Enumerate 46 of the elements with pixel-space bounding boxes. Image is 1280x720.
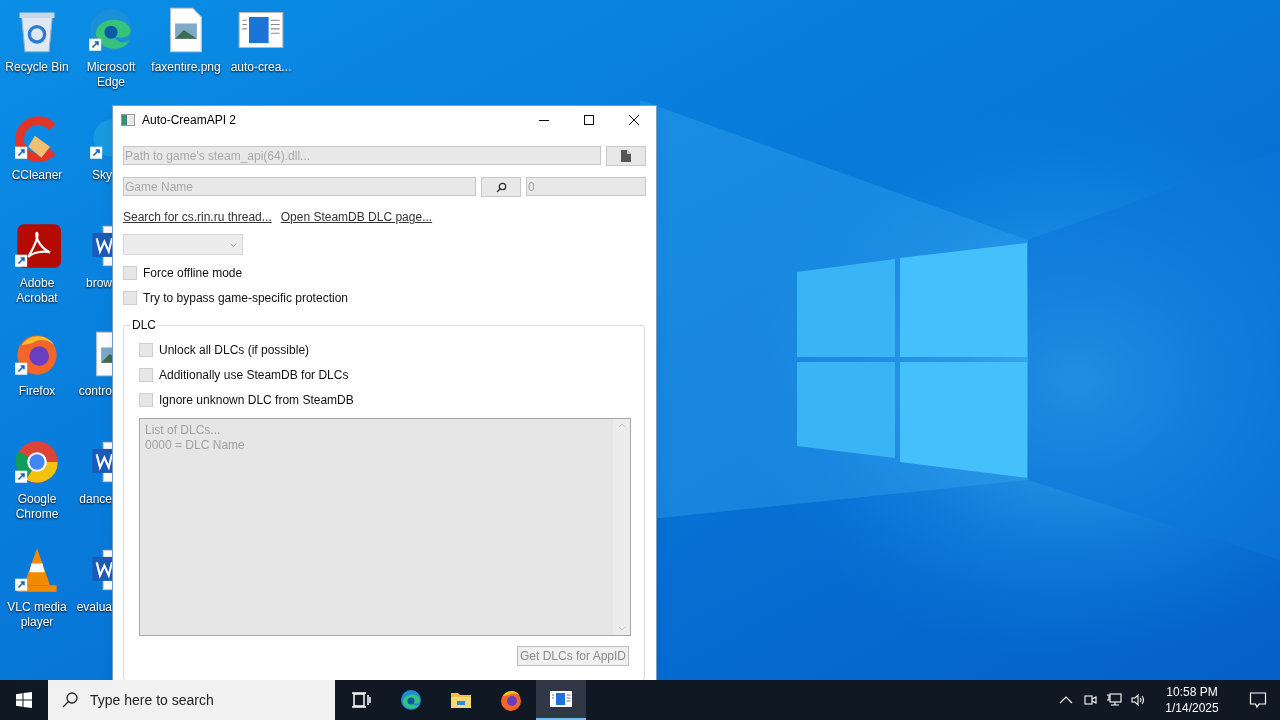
checkbox[interactable] xyxy=(139,393,153,407)
chevron-down-icon xyxy=(230,242,237,247)
icon-label: Adobe Acrobat xyxy=(15,276,59,306)
search-button[interactable] xyxy=(481,177,521,197)
browse-button[interactable] xyxy=(606,146,646,166)
edge-icon[interactable] xyxy=(87,6,135,54)
icon-label: faxentire.png xyxy=(150,60,222,75)
window-title: Auto-CreamAPI 2 xyxy=(142,112,238,129)
app-icon xyxy=(121,114,135,126)
icon-label: Sky xyxy=(92,168,112,183)
icon-label: Recycle Bin xyxy=(4,60,70,75)
search-placeholder: Type here to search xyxy=(90,690,214,710)
placeholder-text: List of DLCs... 0000 = DLC Name xyxy=(144,422,246,454)
checkbox[interactable] xyxy=(139,368,153,382)
link[interactable]: Search for cs.rin.ru thread... xyxy=(123,209,272,225)
close-icon xyxy=(627,114,640,126)
icon-label: brow xyxy=(86,276,112,291)
icon-label: Firefox xyxy=(17,384,57,399)
checkbox-label: Force offline mode xyxy=(143,265,243,281)
app-window-icon[interactable] xyxy=(536,680,586,720)
maximize-icon xyxy=(582,114,595,126)
icon-label: auto-crea... xyxy=(229,60,293,75)
checkbox[interactable] xyxy=(123,266,137,280)
file-icon xyxy=(621,150,632,162)
icon-label: contro xyxy=(78,384,112,399)
checkbox-label: Try to bypass game-specific protection xyxy=(143,290,348,306)
icon-label: Google Chrome xyxy=(14,492,60,522)
checkbox-label: Additionally use SteamDB for DLCs xyxy=(159,367,349,383)
search-icon xyxy=(495,181,507,193)
clock-date: 1/14/2025 xyxy=(1165,700,1219,716)
clock-time: 10:58 PM xyxy=(1166,684,1218,700)
icon-label: dance xyxy=(79,492,112,507)
checkbox-label: Ignore unknown DLC from SteamDB xyxy=(159,392,354,408)
search-icon xyxy=(62,692,78,708)
checkbox[interactable] xyxy=(123,291,137,305)
acrobat-icon[interactable] xyxy=(13,222,61,270)
link[interactable]: Open SteamDB DLC page... xyxy=(280,209,433,225)
icon-label: VLC media player xyxy=(6,600,68,630)
checkbox-label: Unlock all DLCs (if possible) xyxy=(159,342,310,358)
checkbox[interactable] xyxy=(139,343,153,357)
icon-label: evalua xyxy=(76,600,112,615)
windows-logo-icon xyxy=(16,692,32,708)
search-field[interactable]: Type here to search xyxy=(48,680,335,720)
icon-label: CCleaner xyxy=(10,168,64,183)
chrome-icon[interactable] xyxy=(13,438,61,486)
icon-label: Microsoft Edge xyxy=(85,60,137,90)
